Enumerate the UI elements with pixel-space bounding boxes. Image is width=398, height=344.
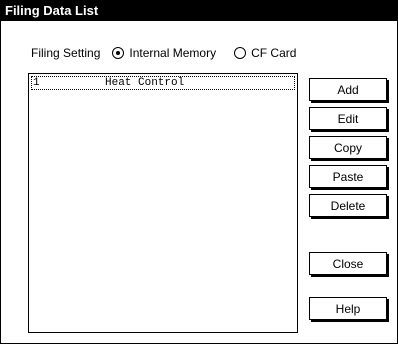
internal-memory-option[interactable]: Internal Memory <box>112 46 216 60</box>
add-button[interactable]: Add <box>309 78 387 101</box>
window-title: Filing Data List <box>1 1 397 21</box>
close-button[interactable]: Close <box>309 252 387 275</box>
filing-data-listbox[interactable]: 1 Heat Control <box>28 73 298 333</box>
cf-card-radio[interactable] <box>234 47 247 59</box>
copy-button[interactable]: Copy <box>309 136 387 159</box>
edit-button[interactable]: Edit <box>309 107 387 130</box>
delete-button[interactable]: Delete <box>309 194 387 217</box>
filing-data-list-window: Filing Data List Filing Setting Internal… <box>0 0 398 344</box>
paste-button[interactable]: Paste <box>309 165 387 188</box>
internal-memory-label: Internal Memory <box>129 46 217 60</box>
cf-card-option[interactable]: CF Card <box>234 46 296 60</box>
cf-card-label: CF Card <box>251 46 297 60</box>
help-button[interactable]: Help <box>309 297 387 320</box>
internal-memory-radio[interactable] <box>112 47 125 59</box>
list-item[interactable]: 1 Heat Control <box>31 76 295 90</box>
list-item-number: 1 <box>33 77 40 89</box>
list-item-name: Heat Control <box>105 77 185 89</box>
filing-setting-row: Filing Setting Internal Memory CF Card <box>31 45 296 61</box>
filing-setting-label: Filing Setting <box>31 46 101 60</box>
